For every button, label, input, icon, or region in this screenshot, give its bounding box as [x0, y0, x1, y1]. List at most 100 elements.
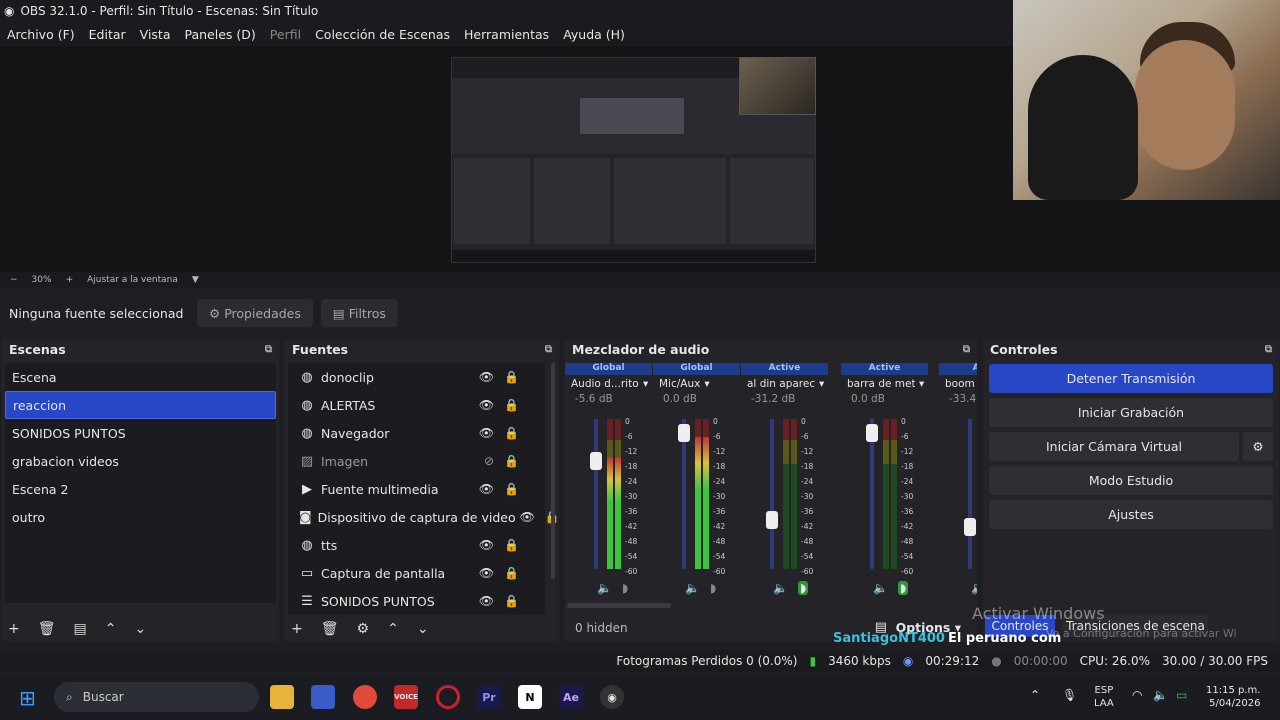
headphones-icon[interactable]: ◗: [897, 581, 909, 595]
menu-vista[interactable]: Vista: [140, 27, 171, 42]
arrow-up-icon[interactable]: ⌃: [105, 621, 117, 637]
eye-hidden-icon[interactable]: ⊘: [484, 454, 494, 468]
speaker-icon[interactable]: 🔈: [685, 581, 700, 595]
channel-name-row[interactable]: Mic/Aux ▾: [653, 375, 740, 393]
eye-icon[interactable]: 👁: [479, 398, 494, 412]
gear-icon[interactable]: ⚙: [357, 621, 370, 637]
source-item[interactable]: ◙Dispositivo de captura de video👁🔒: [288, 503, 560, 531]
menu-perfil[interactable]: Perfil: [270, 27, 301, 42]
eye-icon[interactable]: 👁: [479, 370, 494, 384]
channel-name-row[interactable]: boom▾: [939, 375, 977, 393]
arrow-up-icon[interactable]: ⌃: [387, 621, 399, 637]
zoom-out-button[interactable]: −: [10, 275, 18, 285]
clock[interactable]: 11:15 p.m. 5/04/2026: [1206, 684, 1260, 710]
trash-icon[interactable]: 🗑: [38, 621, 56, 637]
eye-icon[interactable]: 👁: [479, 594, 494, 608]
channel-name-row[interactable]: barra de metal ▾: [841, 375, 928, 393]
channel-name-row[interactable]: Audio d...ritorio ▾: [565, 375, 652, 393]
volume-slider[interactable]: [766, 419, 778, 569]
notion-icon[interactable]: N: [518, 685, 542, 709]
scene-item[interactable]: reaccion: [5, 391, 276, 419]
lock-icon[interactable]: 🔒: [504, 454, 519, 468]
gear-icon[interactable]: ⚙: [1243, 432, 1273, 461]
store-icon[interactable]: [311, 685, 335, 709]
filters-button[interactable]: ▤ Filtros: [320, 299, 398, 327]
source-item[interactable]: ◍ tts 👁 🔒: [288, 531, 545, 559]
file-explorer-icon[interactable]: [270, 685, 294, 709]
properties-button[interactable]: ⚙ Propiedades: [197, 299, 313, 327]
volume-slider-knob[interactable]: [964, 518, 976, 536]
undock-icon[interactable]: ⧉: [1265, 344, 1272, 355]
add-icon[interactable]: +: [8, 621, 20, 637]
volume-slider[interactable]: [590, 419, 602, 569]
menu-coleccion[interactable]: Colección de Escenas: [315, 27, 450, 42]
lock-icon[interactable]: 🔒: [504, 426, 519, 440]
start-recording-button[interactable]: Iniciar Grabación: [989, 398, 1273, 427]
eye-icon[interactable]: 👁: [479, 482, 494, 496]
language-indicator[interactable]: ESP LAA: [1094, 684, 1114, 710]
volume-slider-knob[interactable]: [590, 452, 602, 470]
arrow-down-icon[interactable]: ⌄: [134, 621, 146, 637]
premiere-icon[interactable]: Pr: [477, 685, 501, 709]
mixer-scrollbar[interactable]: [567, 603, 671, 608]
volume-slider[interactable]: [678, 419, 690, 569]
opera-icon[interactable]: [436, 685, 460, 709]
menu-ayuda[interactable]: Ayuda (H): [563, 27, 625, 42]
eye-icon[interactable]: 👁: [520, 510, 535, 524]
virtual-camera-button[interactable]: Iniciar Cámara Virtual: [989, 432, 1239, 461]
chevron-up-icon[interactable]: ⌃: [1030, 688, 1040, 702]
scene-item[interactable]: SONIDOS PUNTOS: [5, 419, 276, 447]
stop-stream-button[interactable]: Detener Transmisión: [989, 364, 1273, 393]
volume-slider[interactable]: [964, 419, 976, 569]
speaker-icon[interactable]: 🔈: [597, 581, 612, 595]
voicemeeter-icon[interactable]: VOICE: [394, 685, 418, 709]
eye-icon[interactable]: 👁: [479, 426, 494, 440]
arrow-down-icon[interactable]: ⌄: [417, 621, 429, 637]
source-item[interactable]: ◍ donoclip 👁 🔒: [288, 363, 545, 391]
chevron-down-icon[interactable]: ▾: [704, 378, 709, 390]
headphones-icon[interactable]: ◗: [622, 581, 628, 595]
source-item[interactable]: ◍ ALERTAS 👁 🔒: [288, 391, 545, 419]
windows-start-icon[interactable]: ⊞: [19, 686, 36, 710]
volume-slider-knob[interactable]: [766, 510, 778, 529]
chevron-down-icon[interactable]: ▾: [819, 378, 824, 390]
filter-icon[interactable]: ▤: [74, 621, 87, 637]
menu-archivo[interactable]: Archivo (F): [7, 27, 75, 42]
eye-icon[interactable]: 👁: [479, 538, 494, 552]
sources-scrollbar[interactable]: [551, 363, 555, 579]
speaker-icon[interactable]: 🔈: [873, 581, 888, 595]
lock-icon[interactable]: 🔒: [504, 398, 519, 412]
chevron-down-icon[interactable]: ▼: [192, 275, 199, 285]
after-effects-icon[interactable]: Ae: [559, 685, 583, 709]
volume-icon[interactable]: 🔈: [1153, 688, 1168, 702]
source-item[interactable]: ◍ Navegador 👁 🔒: [288, 419, 545, 447]
eye-icon[interactable]: 👁: [479, 566, 494, 580]
speaker-icon[interactable]: 🔈: [773, 581, 788, 595]
scene-item[interactable]: grabacion videos: [5, 447, 276, 475]
obs-taskbar-icon[interactable]: ◉: [600, 685, 624, 709]
add-icon[interactable]: +: [291, 621, 303, 637]
headphones-icon[interactable]: ◗: [710, 581, 716, 595]
zoom-fit-select[interactable]: Ajustar a la ventana: [87, 275, 178, 285]
scene-item[interactable]: Escena: [5, 363, 276, 391]
settings-button[interactable]: Ajustes: [989, 500, 1273, 529]
lock-icon[interactable]: 🔒: [504, 370, 519, 384]
channel-name-row[interactable]: al din apareciste ▾: [741, 375, 828, 393]
undock-icon[interactable]: ⧉: [545, 344, 552, 355]
lock-icon[interactable]: 🔒: [504, 566, 519, 580]
speaker-icon[interactable]: 🔈: [971, 581, 977, 595]
chevron-down-icon[interactable]: ▾: [919, 378, 924, 390]
lock-icon[interactable]: 🔒: [504, 594, 519, 608]
wifi-icon[interactable]: ◠: [1132, 688, 1142, 702]
zoom-in-button[interactable]: +: [66, 275, 74, 285]
volume-slider-knob[interactable]: [678, 423, 690, 442]
volume-slider[interactable]: [866, 419, 878, 569]
chevron-down-icon[interactable]: ▾: [643, 378, 648, 390]
chrome-icon[interactable]: [353, 685, 377, 709]
undock-icon[interactable]: ⧉: [265, 344, 272, 355]
studio-mode-button[interactable]: Modo Estudio: [989, 466, 1273, 495]
taskbar-search[interactable]: ⌕ Buscar: [54, 682, 259, 712]
menu-editar[interactable]: Editar: [89, 27, 126, 42]
lock-icon[interactable]: 🔒: [504, 538, 519, 552]
menu-paneles[interactable]: Paneles (D): [185, 27, 256, 42]
